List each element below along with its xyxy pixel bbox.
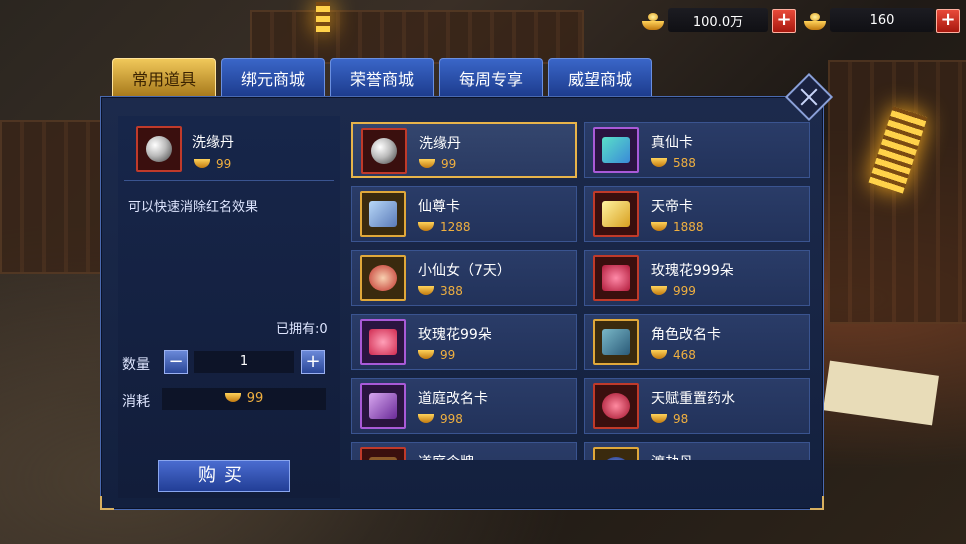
shop-item[interactable]: 玫瑰花99朵 99	[351, 314, 577, 370]
bound-gold-amount: 160	[830, 8, 934, 32]
item-name: 真仙卡	[651, 135, 693, 151]
item-price: 98	[651, 412, 688, 426]
item-detail-pane	[118, 116, 340, 498]
shop-item[interactable]: 道庭改名卡 998	[351, 378, 577, 434]
lantern-icon	[316, 2, 330, 32]
item-name: 洗缘丹	[419, 136, 461, 152]
tab-common-items[interactable]: 常用道具	[112, 58, 216, 96]
item-price: 588	[651, 156, 696, 170]
item-price: 1288	[418, 220, 471, 234]
shop-item[interactable]: 天帝卡 1888	[584, 186, 810, 242]
detail-divider	[124, 180, 334, 181]
item-name: 道庭令牌	[418, 452, 474, 460]
cost-field: 99	[162, 388, 326, 410]
quantity-decrease-button[interactable]: −	[164, 350, 188, 374]
token-icon	[360, 447, 406, 460]
tab-honor-shop[interactable]: 荣誉商城	[330, 58, 434, 96]
item-price: 998	[418, 412, 463, 426]
item-price: 388	[418, 284, 463, 298]
item-name: 小仙女（7天）	[418, 263, 511, 279]
immortal-card-icon	[593, 127, 639, 173]
item-name: 角色改名卡	[651, 327, 721, 343]
pearl-icon	[361, 128, 407, 174]
item-name: 天赋重置药水	[651, 391, 735, 407]
add-bound-gold-button[interactable]: +	[936, 9, 960, 33]
shop-item[interactable]: 真仙卡 588	[584, 122, 810, 178]
shop-item[interactable]: 玫瑰花999朵 999	[584, 250, 810, 306]
rose-bouquet-icon	[360, 319, 406, 365]
item-name: 玫瑰花99朵	[418, 327, 492, 343]
emperor-card-icon	[593, 191, 639, 237]
item-name: 天帝卡	[651, 199, 693, 215]
item-name: 道庭改名卡	[418, 391, 488, 407]
item-price: 99	[418, 348, 455, 362]
owned-count: 已拥有:0	[276, 322, 328, 337]
rename-card-icon	[593, 319, 639, 365]
detail-item-name: 洗缘丹	[192, 135, 234, 151]
detail-description: 可以快速消除红名效果	[128, 200, 259, 215]
quantity-input[interactable]: 1	[194, 351, 294, 373]
item-price: 999	[651, 284, 696, 298]
pearl-icon	[136, 126, 182, 172]
rose-basket-icon	[593, 255, 639, 301]
shop-item[interactable]: 角色改名卡 468	[584, 314, 810, 370]
shop-item[interactable]: 道庭令牌	[351, 442, 577, 460]
background-shelf-left	[0, 120, 104, 274]
cost-label: 消耗	[122, 394, 150, 410]
fairy-portrait-icon	[360, 255, 406, 301]
gold-amount: 100.0万	[668, 8, 768, 32]
tab-weekly-exclusive[interactable]: 每周专享	[439, 58, 543, 96]
item-name: 渡劫丹	[651, 452, 693, 460]
shop-item[interactable]: 小仙女（7天） 388	[351, 250, 577, 306]
pill-icon	[593, 447, 639, 460]
item-price: 1888	[651, 220, 704, 234]
detail-price-value: 99	[216, 157, 232, 171]
item-name: 仙尊卡	[418, 199, 460, 215]
quantity-increase-button[interactable]: +	[301, 350, 325, 374]
shop-item[interactable]: 仙尊卡 1288	[351, 186, 577, 242]
guild-rename-card-icon	[360, 383, 406, 429]
item-price: 468	[651, 348, 696, 362]
background-scroll	[823, 360, 939, 426]
shop-item[interactable]: 渡劫丹	[584, 442, 810, 460]
panel-corner-ornament	[810, 496, 824, 510]
item-grid: 洗缘丹 99 真仙卡 588 仙尊卡 1288 天帝卡 1888 小仙女（7天）…	[344, 116, 818, 460]
shop-item[interactable]: 洗缘丹 99	[351, 122, 577, 178]
lord-card-icon	[360, 191, 406, 237]
item-name: 玫瑰花999朵	[651, 263, 734, 279]
bound-ingot-icon	[802, 10, 828, 30]
gold-ingot-icon	[640, 10, 666, 30]
add-gold-button[interactable]: +	[772, 9, 796, 33]
background-shelf-top	[250, 10, 584, 64]
detail-item-price: 99	[194, 157, 231, 171]
tab-prestige-shop[interactable]: 威望商城	[548, 58, 652, 96]
item-price: 99	[419, 157, 456, 171]
tab-bound-shop[interactable]: 绑元商城	[221, 58, 325, 96]
buy-button[interactable]: 购买	[158, 460, 290, 492]
potion-icon	[593, 383, 639, 429]
panel-corner-ornament	[100, 496, 114, 510]
cost-value: 99	[246, 391, 264, 406]
shop-item[interactable]: 天赋重置药水 98	[584, 378, 810, 434]
quantity-label: 数量	[122, 357, 150, 373]
